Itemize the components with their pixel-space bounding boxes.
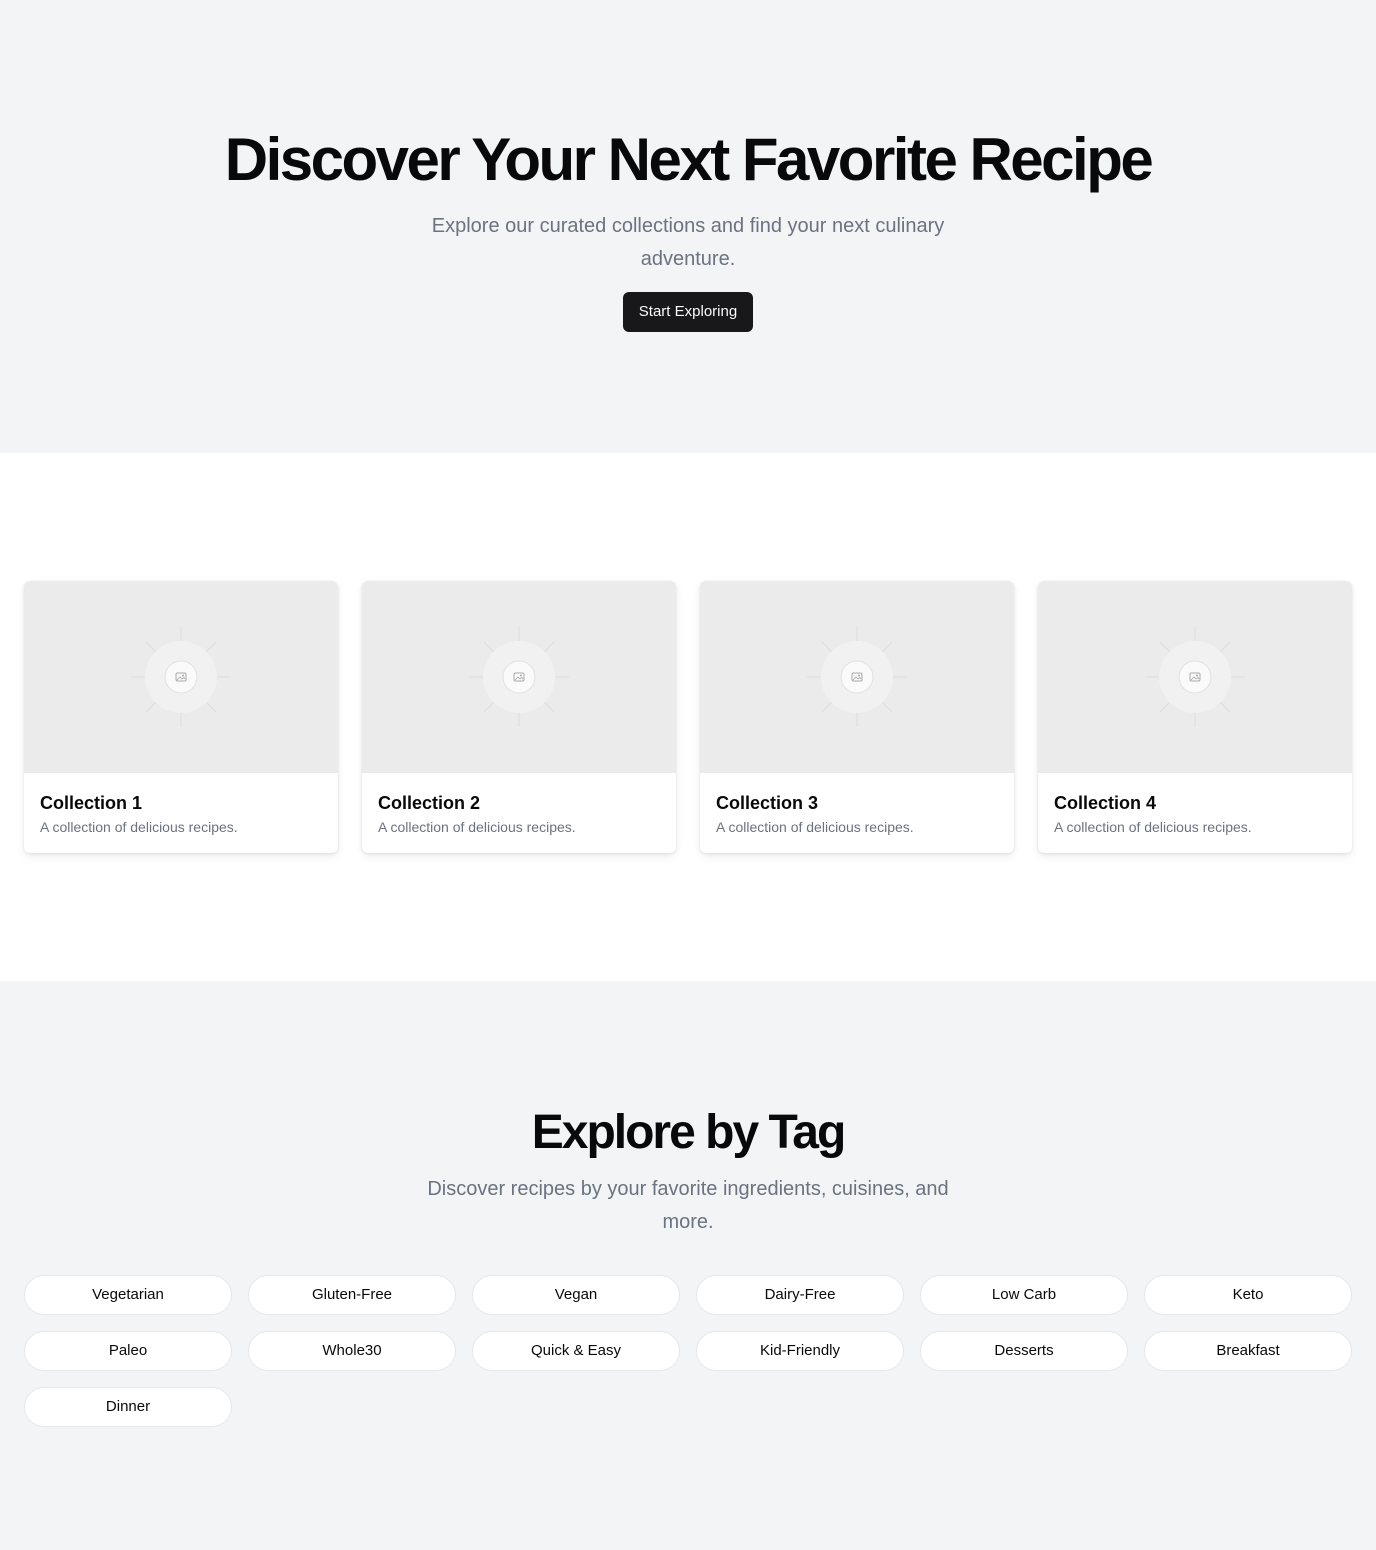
tag-vegetarian[interactable]: Vegetarian (24, 1275, 232, 1315)
tags-section: Explore by Tag Discover recipes by your … (0, 981, 1376, 1550)
collection-image-placeholder (362, 581, 676, 773)
tag-dinner[interactable]: Dinner (24, 1387, 232, 1427)
collection-card[interactable]: Collection 3 A collection of delicious r… (700, 581, 1014, 853)
tag-low-carb[interactable]: Low Carb (920, 1275, 1128, 1315)
tag-paleo[interactable]: Paleo (24, 1331, 232, 1371)
hero-subtitle: Explore our curated collections and find… (431, 215, 945, 270)
collection-description: A collection of delicious recipes. (716, 819, 914, 835)
tags-subtitle: Discover recipes by your favorite ingred… (427, 1178, 949, 1233)
collection-title: Collection 2 (378, 793, 481, 813)
collection-cards: Collection 1 A collection of delicious r… (24, 581, 1352, 853)
tag-quick-easy[interactable]: Quick & Easy (472, 1331, 680, 1371)
collection-title: Collection 1 (40, 793, 143, 813)
collections-section: Collection 1 A collection of delicious r… (0, 453, 1376, 981)
tag-kid-friendly[interactable]: Kid-Friendly (696, 1331, 904, 1371)
collection-title: Collection 3 (716, 793, 819, 813)
collection-title: Collection 4 (1054, 793, 1157, 813)
tag-whole30[interactable]: Whole30 (248, 1331, 456, 1371)
tag-gluten-free[interactable]: Gluten-Free (248, 1275, 456, 1315)
image-placeholder-icon (1145, 627, 1245, 727)
collection-image-placeholder (700, 581, 1014, 773)
tag-vegan[interactable]: Vegan (472, 1275, 680, 1315)
collection-image-placeholder (24, 581, 338, 773)
collection-card[interactable]: Collection 2 A collection of delicious r… (362, 581, 676, 853)
tag-desserts[interactable]: Desserts (920, 1331, 1128, 1371)
tags-title: Explore by Tag (531, 1106, 847, 1159)
tag-dairy-free[interactable]: Dairy-Free (696, 1275, 904, 1315)
tag-keto[interactable]: Keto (1144, 1275, 1352, 1315)
tag-list: Vegetarian Gluten-Free Vegan Dairy-Free … (0, 1275, 1376, 1427)
collection-description: A collection of delicious recipes. (40, 819, 238, 835)
image-placeholder-icon (807, 627, 907, 727)
image-placeholder-icon (131, 627, 231, 727)
tag-breakfast[interactable]: Breakfast (1144, 1331, 1352, 1371)
start-exploring-button[interactable]: Start Exploring (622, 292, 754, 332)
collection-card[interactable]: Collection 1 A collection of delicious r… (24, 581, 338, 853)
collection-image-placeholder (1038, 581, 1352, 773)
collection-card[interactable]: Collection 4 A collection of delicious r… (1038, 581, 1352, 853)
collection-description: A collection of delicious recipes. (1054, 819, 1252, 835)
image-placeholder-icon (469, 627, 569, 727)
hero-title: Discover Your Next Favorite Recipe (224, 126, 1154, 193)
collection-description: A collection of delicious recipes. (378, 819, 576, 835)
hero-section: Discover Your Next Favorite Recipe Explo… (0, 0, 1376, 453)
